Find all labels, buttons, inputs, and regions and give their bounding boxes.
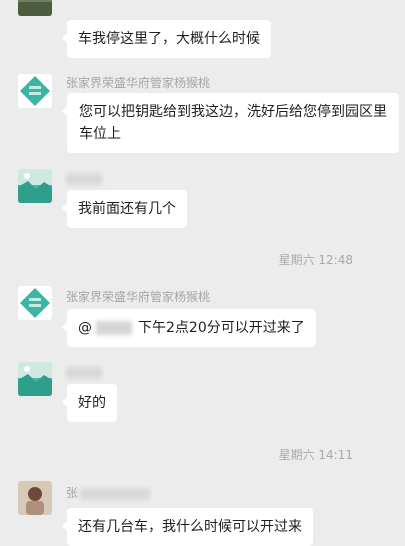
- message-bubble: 车我停这里了，大概什么时候: [62, 20, 271, 58]
- redacted-name: [66, 172, 102, 185]
- message-text: 下午2点20分可以开过来了: [138, 320, 305, 336]
- sender-name: 张: [66, 484, 151, 501]
- message-bubble: 好的: [62, 384, 117, 422]
- redacted-name: [66, 366, 102, 379]
- avatar: [18, 362, 52, 396]
- avatar: [18, 0, 52, 16]
- avatar: [18, 74, 52, 108]
- sender-name: [66, 171, 102, 185]
- sender-name: [66, 365, 102, 379]
- message-bubble: 还有几台车，我什么时候可以开过来: [62, 508, 313, 546]
- sender-name: 张家界荣盛华府管家杨猴桃: [66, 290, 211, 304]
- timestamp: 星期六 14:11: [278, 448, 353, 462]
- sender-name: 张家界荣盛华府管家杨猴桃: [66, 76, 211, 90]
- message-bubble: 我前面还有几个: [62, 190, 187, 228]
- avatar: [18, 169, 52, 203]
- sender-initial: 张: [66, 486, 79, 500]
- message-bubble: @ 下午2点20分可以开过来了: [62, 309, 316, 347]
- mention-symbol: @: [78, 320, 92, 336]
- avatar: [18, 481, 52, 515]
- redacted-mention: [96, 321, 132, 335]
- message-bubble: 您可以把钥匙给到我这边，洗好后给您停到园区里车位上: [62, 93, 399, 153]
- redacted-name: [80, 487, 151, 500]
- avatar: [18, 286, 52, 320]
- timestamp: 星期六 12:48: [278, 253, 353, 267]
